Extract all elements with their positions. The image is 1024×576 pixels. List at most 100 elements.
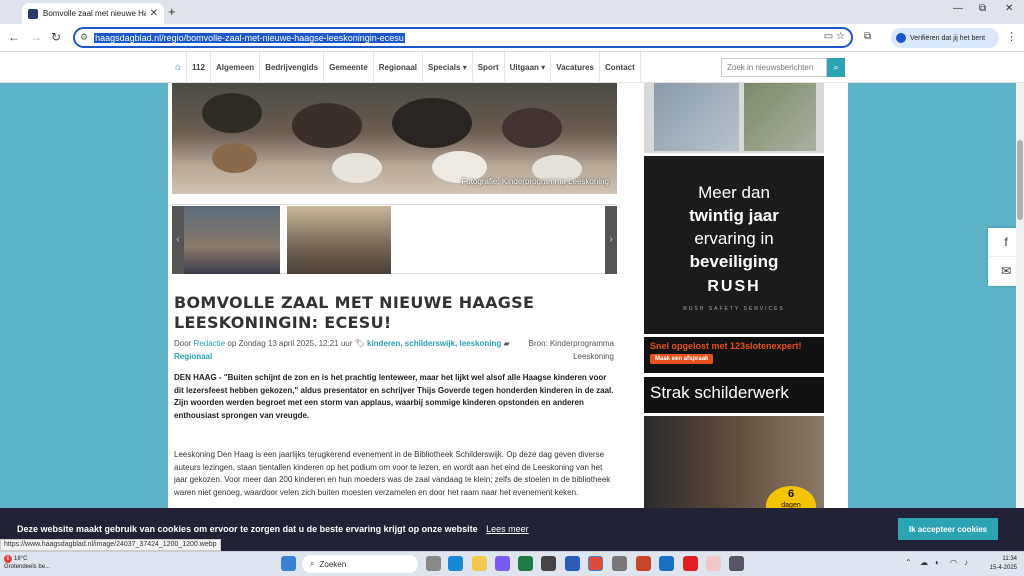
meta-prefix: Door — [174, 339, 192, 348]
close-tab-icon[interactable]: ✕ — [150, 8, 158, 19]
thumb-prev-icon[interactable]: ‹ — [172, 206, 184, 274]
rush-subtitle: RUSH SAFETY SERVICES — [683, 306, 785, 312]
powerpoint-icon[interactable] — [636, 556, 651, 571]
file-explorer-icon[interactable] — [472, 556, 487, 571]
tray-chevron-icon[interactable]: ⌃ — [905, 558, 912, 567]
site-navigation: ⌂ 112 Algemeen Bedrijvengids Gemeente Re… — [0, 52, 1024, 83]
back-icon[interactable]: ← — [8, 30, 20, 44]
slot-appointment-button[interactable]: Maak een afspraak — [650, 354, 714, 364]
news-search-input[interactable]: Zoek in nieuwsberichten — [721, 58, 827, 77]
close-window-button[interactable]: ✕ — [1005, 3, 1013, 14]
weather-badge: 6 — [4, 555, 12, 563]
address-bar[interactable]: ⚙ haagsdagblad.nl/regio/bomvolle-zaal-me… — [73, 27, 853, 48]
weather-desc: Grotendeels be... — [4, 564, 51, 570]
onedrive-icon[interactable]: ☁ — [920, 558, 928, 567]
nav-item-regionaal[interactable]: Regionaal — [374, 52, 424, 83]
verify-label: Verifiëren dat jij het bent — [910, 34, 986, 42]
verify-button[interactable]: Verifiëren dat jij het bent — [891, 28, 999, 48]
cookie-text: Deze website maakt gebruik van cookies o… — [17, 524, 529, 534]
calculator-icon[interactable] — [612, 556, 627, 571]
badge-number: 6 — [787, 488, 795, 500]
site-favicon-icon — [28, 8, 38, 19]
nav-item-gemeente[interactable]: Gemeente — [324, 52, 374, 83]
windows-taskbar: 6 18°C Grotendeels be... ⌕ Zoeken ⌃ ☁ ◐ ◠… — [0, 551, 1024, 576]
weather-temp: 18°C — [14, 556, 28, 562]
thumbnail-1[interactable] — [184, 206, 280, 274]
word-icon[interactable] — [565, 556, 580, 571]
days-badge: 6 dagen — [766, 486, 816, 508]
article-body: Leeskoning Den Haag is een jaarlijks ter… — [174, 450, 611, 497]
media-icon[interactable] — [541, 556, 556, 571]
browser-tab-bar: Bomvolle zaal met nieuwe Haagse ✕ + — ⧉ … — [0, 0, 1024, 24]
article-lead: DEN HAAG - "Buiten schijnt de zon en is … — [174, 373, 614, 420]
nav-item-vacatures[interactable]: Vacatures — [551, 52, 600, 83]
cookie-message: Deze website maakt gebruik van cookies o… — [17, 524, 478, 534]
home-icon[interactable]: ⌂ — [170, 52, 188, 83]
ad-schilderwerk[interactable]: Strak schilderwerk — [644, 377, 824, 413]
photo-caption: Fotografie: Kinderprogramma Leeskoning — [461, 177, 609, 186]
thumbnail-2[interactable] — [287, 206, 391, 274]
folder-icon: ▰ — [503, 339, 510, 348]
rush-line-4: beveiliging — [689, 252, 779, 271]
reload-icon[interactable]: ↻ — [51, 30, 61, 44]
edge-icon[interactable] — [448, 556, 463, 571]
excel-icon[interactable] — [518, 556, 533, 571]
nav-item-algemeen[interactable]: Algemeen — [211, 52, 261, 83]
ad-roofing[interactable] — [644, 83, 824, 153]
accept-cookies-button[interactable]: Ik accepteer cookies — [898, 518, 998, 540]
chrome-icon[interactable] — [588, 556, 603, 571]
browser-tab[interactable]: Bomvolle zaal met nieuwe Haagse ✕ — [22, 3, 164, 24]
restore-button[interactable]: ⧉ — [979, 3, 986, 14]
nav-item-bedrijvengids[interactable]: Bedrijvengids — [260, 52, 325, 83]
ad-rush-security[interactable]: Meer dan twintig jaar ervaring in beveil… — [644, 156, 824, 334]
start-icon[interactable] — [281, 556, 296, 571]
rush-logo: RUSH — [707, 278, 761, 295]
badge-text: dagen — [781, 502, 801, 508]
browser-menu-icon[interactable]: ⋮ — [1006, 30, 1017, 43]
rush-line-3: ervaring in — [694, 229, 774, 248]
status-url: https://www.haagsdagblad.nl/image/24037_… — [0, 539, 221, 551]
thumb-next-icon[interactable]: › — [605, 206, 617, 274]
extensions-icon[interactable]: ⧉ — [864, 31, 871, 42]
slot-text: Snel opgelost met 123slotenexpert! — [650, 341, 802, 351]
search-icon[interactable]: ⌕ — [827, 58, 845, 77]
volume-icon[interactable]: ♪ — [964, 558, 968, 567]
tray-app-icon[interactable]: ◐ — [935, 558, 940, 567]
ad-slotenexpert[interactable]: Snel opgelost met 123slotenexpert! Maak … — [644, 337, 824, 373]
url-text[interactable]: haagsdagblad.nl/regio/bomvolle-zaal-met-… — [94, 32, 405, 43]
ad-stairs[interactable]: 6 dagen — [644, 416, 824, 508]
article-date: op Zondag 13 april 2025, 12:21 uur — [227, 339, 353, 348]
article-tags[interactable]: kinderen, schilderswijk, leeskoning — [367, 339, 501, 348]
outlook-icon[interactable] — [659, 556, 674, 571]
nav-item-contact[interactable]: Contact — [600, 52, 641, 83]
youtube-icon[interactable] — [683, 556, 698, 571]
nav-item-uitgaan[interactable]: Uitgaan ▾ — [505, 52, 552, 83]
app-icon[interactable] — [706, 556, 721, 571]
taskbar-search[interactable]: ⌕ Zoeken — [302, 555, 418, 573]
bookmark-star-icon[interactable]: ▭ ☆ — [824, 31, 845, 42]
forward-icon[interactable]: → — [30, 30, 42, 44]
clock-time: 11:34 — [1002, 556, 1017, 562]
article-photo[interactable]: Fotografie: Kinderprogramma Leeskoning — [172, 83, 617, 194]
site-info-icon[interactable]: ⚙ — [80, 32, 88, 43]
system-clock[interactable]: 11:34 15-4-2025 — [983, 555, 1017, 573]
weather-widget[interactable]: 6 18°C Grotendeels be... — [4, 555, 50, 571]
minimize-button[interactable]: — — [953, 3, 963, 14]
teams-icon[interactable] — [495, 556, 510, 571]
nav-item-112[interactable]: 112 — [187, 52, 211, 83]
nav-item-specials[interactable]: Specials ▾ — [423, 52, 473, 83]
wifi-icon[interactable]: ◠ — [950, 558, 957, 567]
new-tab-button[interactable]: + — [168, 4, 176, 19]
article-category[interactable]: Regionaal — [174, 352, 212, 361]
tag-icon: 🏷 — [354, 339, 365, 348]
app-icon-2[interactable] — [729, 556, 744, 571]
profile-icon — [896, 33, 906, 43]
task-view-icon[interactable] — [426, 556, 441, 571]
cookie-learn-more-link[interactable]: Lees meer — [486, 524, 529, 534]
tab-title: Bomvolle zaal met nieuwe Haagse — [43, 9, 146, 18]
scrollbar-thumb[interactable] — [1017, 140, 1023, 220]
author-link[interactable]: Redactie — [194, 339, 226, 348]
taskbar-search-label: Zoeken — [319, 559, 347, 569]
nav-item-sport[interactable]: Sport — [473, 52, 505, 83]
search-icon: ⌕ — [310, 559, 315, 568]
